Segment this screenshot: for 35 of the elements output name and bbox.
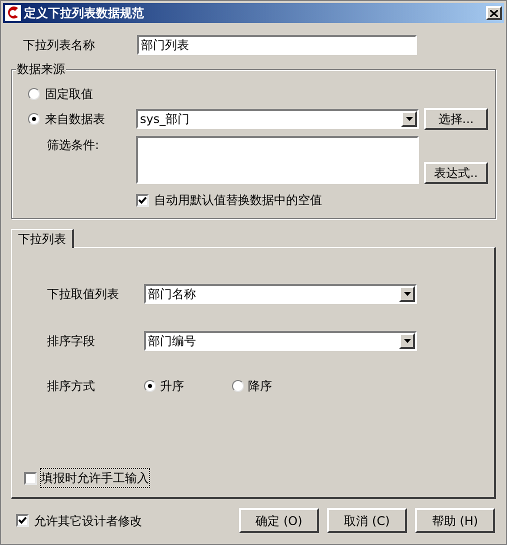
tab[interactable]: 下拉列表 — [11, 229, 74, 248]
radio-button[interactable] — [144, 380, 156, 392]
dropdown-field[interactable]: 部门编号 — [144, 331, 417, 351]
checkbox[interactable] — [136, 194, 149, 206]
dropdown-field[interactable]: 部门名称 — [144, 284, 417, 304]
radio-button[interactable] — [28, 113, 40, 125]
radio-label[interactable]: 来自数据表 — [45, 110, 105, 128]
checkbox-label[interactable]: 允许其它设计者修改 — [34, 512, 142, 530]
field-label: 下拉列表名称 — [23, 37, 96, 54]
field-label: 排序方式 — [47, 378, 96, 395]
field-label: 排序字段 — [47, 333, 96, 350]
dialog-button[interactable]: 取消 (C) — [327, 508, 407, 533]
window-title: 定义下拉列表数据规范 — [24, 5, 144, 22]
name-input-field[interactable]: 部门列表 — [137, 35, 417, 55]
filter-input-field[interactable] — [136, 136, 419, 184]
checkbox-label[interactable]: 填报时允许手工输入 — [41, 469, 149, 487]
app-logo-icon — [5, 5, 21, 21]
radio-label[interactable]: 降序 — [248, 377, 272, 395]
dialog-button[interactable]: 确定 (O) — [239, 508, 319, 533]
checkbox[interactable] — [24, 472, 37, 484]
dialog-button[interactable]: 帮助 (H) — [415, 508, 495, 533]
close-button[interactable] — [486, 6, 502, 20]
checkbox-label[interactable]: 自动用默认值替换数据中的空值 — [154, 191, 322, 209]
radio-button[interactable] — [232, 380, 244, 392]
close-icon — [490, 10, 498, 16]
group-title: 数据来源 — [16, 62, 66, 76]
field-label: 筛选条件: — [47, 137, 100, 154]
radio-label[interactable]: 固定取值 — [45, 85, 93, 103]
checkbox[interactable] — [16, 514, 29, 527]
dropdown-field[interactable]: sys_部门 — [136, 109, 419, 129]
expression-button[interactable]: 表达式.. — [424, 162, 488, 184]
radio-button[interactable] — [28, 88, 40, 100]
radio-label[interactable]: 升序 — [160, 377, 184, 395]
field-label: 下拉取值列表 — [47, 286, 120, 303]
select-button[interactable]: 选择... — [424, 108, 488, 130]
